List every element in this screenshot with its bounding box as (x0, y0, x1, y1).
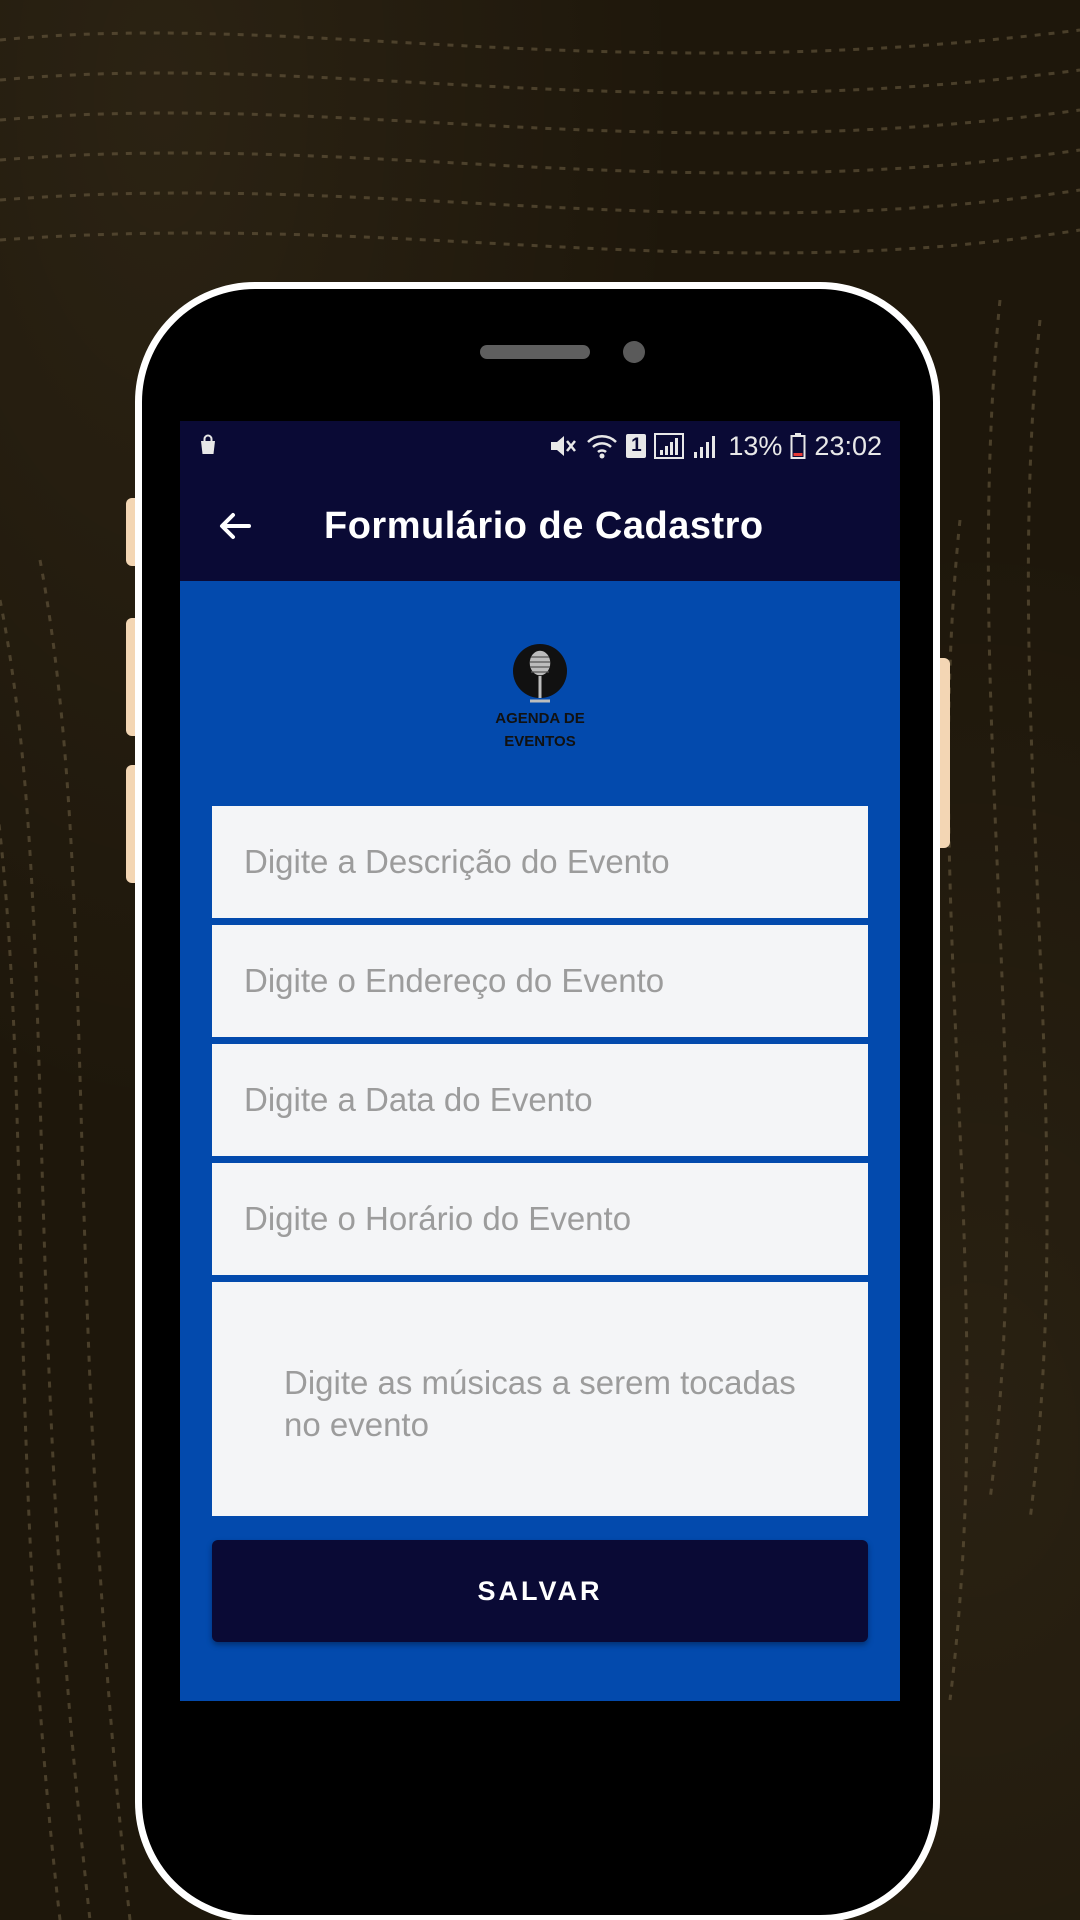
status-bar: 1 13% 23:02 (180, 421, 900, 471)
arrow-left-icon (220, 513, 251, 539)
signal-icon (692, 432, 720, 460)
clock: 23:02 (814, 430, 882, 461)
logo-text: AGENDA DE EVENTOS (480, 707, 600, 753)
logo-line-2: EVENTOS (504, 733, 576, 750)
phone-speaker (480, 345, 590, 359)
sim-icon: 1 (626, 434, 647, 458)
app-screen: 1 13% 23:02 Formulário de Cadastro AGEND… (180, 421, 900, 1701)
save-button[interactable]: SALVAR (212, 1540, 868, 1642)
microphone-icon (513, 644, 567, 703)
phone-camera (623, 341, 645, 363)
shopping-bag-icon (196, 433, 220, 457)
battery-percent: 13% (728, 430, 783, 461)
description-input[interactable] (212, 806, 868, 918)
signal-icon (654, 432, 685, 460)
battery-icon (790, 432, 806, 460)
date-input[interactable] (212, 1044, 868, 1156)
songs-textarea[interactable] (212, 1282, 868, 1516)
time-input[interactable] (212, 1163, 868, 1275)
address-input[interactable] (212, 925, 868, 1037)
logo-line-1: AGENDA DE (495, 710, 585, 727)
app-bar: Formulário de Cadastro (180, 471, 900, 581)
wifi-icon (586, 432, 618, 460)
mute-icon (548, 432, 578, 460)
back-button[interactable] (210, 501, 260, 551)
page-title: Formulário de Cadastro (324, 505, 764, 547)
status-icons: 1 13% 23:02 (548, 429, 882, 463)
app-logo: AGENDA DE EVENTOS (480, 641, 600, 761)
